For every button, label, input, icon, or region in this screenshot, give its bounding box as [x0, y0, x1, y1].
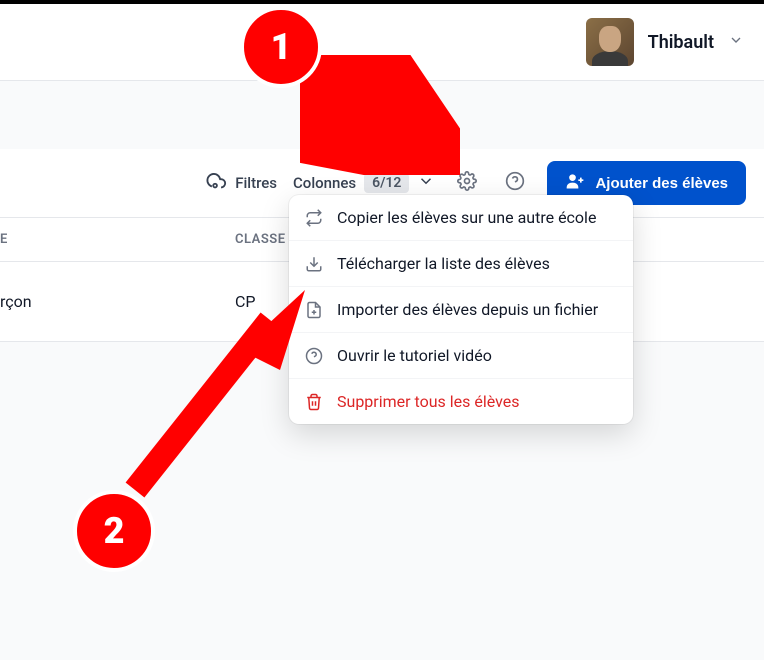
chevron-down-icon[interactable] [728, 32, 744, 52]
add-students-label: Ajouter des élèves [595, 175, 728, 192]
swap-icon [305, 209, 323, 227]
user-plus-icon [565, 171, 585, 195]
help-circle-icon [505, 171, 525, 195]
columns-button[interactable]: Colonnes 6/12 [293, 172, 435, 194]
annotation-number: 2 [104, 510, 125, 552]
cloud-filter-icon [205, 170, 227, 196]
annotation-step-1: 1 [240, 6, 322, 88]
gear-icon [457, 171, 477, 195]
columns-label: Colonnes [293, 174, 356, 192]
annotation-step-2: 2 [73, 490, 155, 572]
filters-button[interactable]: Filtres [205, 170, 277, 196]
menu-item-delete-all[interactable]: Supprimer tous les élèves [289, 379, 633, 424]
columns-count-badge: 6/12 [364, 173, 409, 193]
menu-item-label: Supprimer tous les élèves [337, 392, 520, 411]
menu-item-label: Importer des élèves depuis un fichier [337, 300, 598, 319]
menu-item-label: Télécharger la liste des élèves [337, 254, 550, 273]
settings-dropdown-menu: Copier les élèves sur une autre école Té… [289, 195, 633, 424]
annotation-number: 1 [271, 26, 292, 68]
download-icon [305, 255, 323, 273]
annotation-arrow-1 [300, 55, 460, 175]
menu-item-open-tutorial[interactable]: Ouvrir le tutoriel vidéo [289, 333, 633, 379]
avatar[interactable] [586, 18, 634, 66]
menu-item-label: Ouvrir le tutoriel vidéo [337, 346, 492, 365]
chevron-down-icon [417, 172, 435, 194]
username-label: Thibault [648, 32, 714, 53]
annotation-arrow-2 [110, 290, 310, 510]
menu-item-label: Copier les élèves sur une autre école [337, 208, 596, 227]
filters-label: Filtres [235, 174, 277, 192]
menu-item-copy-students[interactable]: Copier les élèves sur une autre école [289, 195, 633, 241]
menu-item-download-list[interactable]: Télécharger la liste des élèves [289, 241, 633, 287]
column-header-e[interactable]: E [0, 232, 235, 247]
menu-item-import-file[interactable]: Importer des élèves depuis un fichier [289, 287, 633, 333]
